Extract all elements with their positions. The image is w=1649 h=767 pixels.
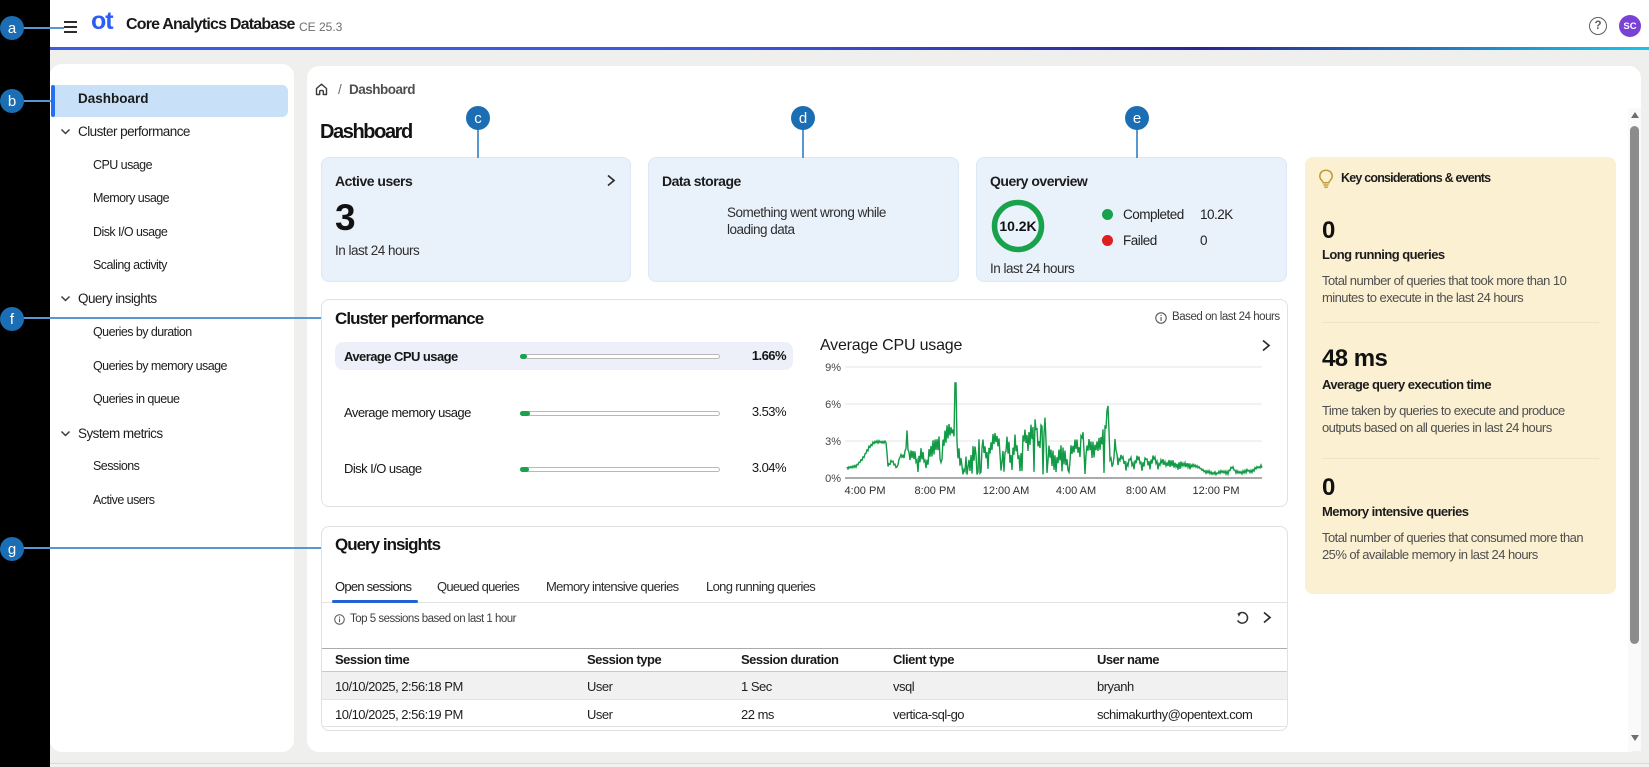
svg-text:12:00 AM: 12:00 AM [983, 485, 1029, 497]
svg-text:8:00 PM: 8:00 PM [915, 485, 956, 497]
svg-text:12:00 PM: 12:00 PM [1192, 485, 1239, 497]
svg-text:4:00 AM: 4:00 AM [1056, 485, 1096, 497]
svg-text:3%: 3% [825, 436, 841, 448]
svg-text:0%: 0% [825, 473, 841, 485]
svg-text:10.2K: 10.2K [999, 218, 1036, 234]
svg-text:4:00 PM: 4:00 PM [845, 485, 886, 497]
svg-text:9%: 9% [825, 362, 841, 374]
svg-text:6%: 6% [825, 399, 841, 411]
svg-text:8:00 AM: 8:00 AM [1126, 485, 1166, 497]
